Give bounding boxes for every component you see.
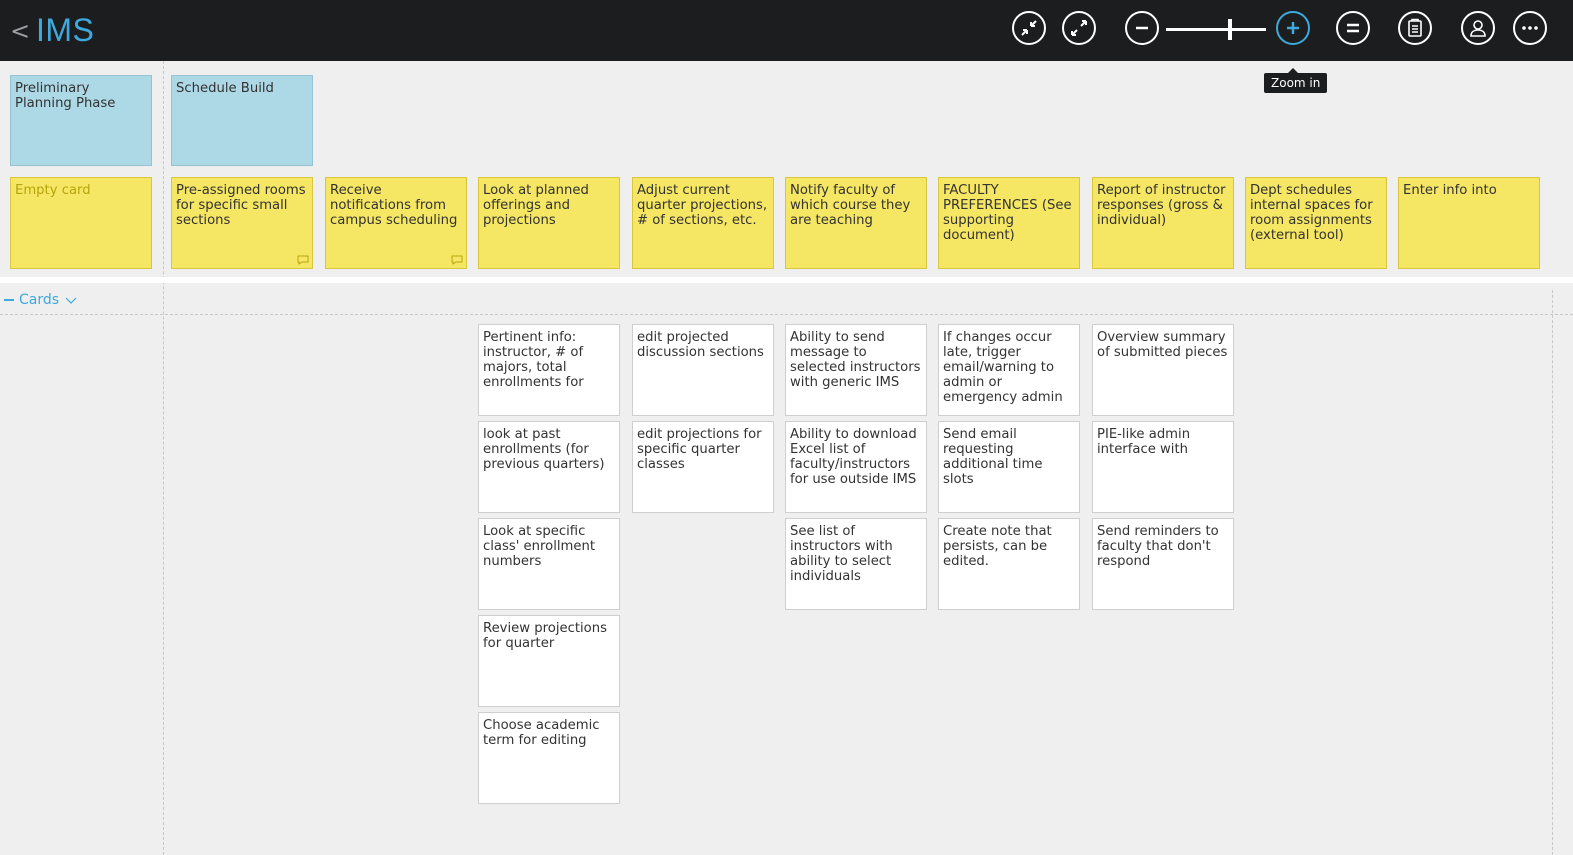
story-card[interactable]: See list of instructors with ability to …	[785, 518, 927, 610]
story-card[interactable]: Review projections for quarter	[478, 615, 620, 707]
task-card[interactable]: Dept schedules internal spaces for room …	[1245, 177, 1387, 269]
story-card[interactable]: Pertinent info: instructor, # of majors,…	[478, 324, 620, 416]
comment-icon[interactable]	[297, 255, 309, 265]
collapse-icon[interactable]	[1012, 11, 1046, 45]
comment-icon[interactable]	[451, 255, 463, 265]
story-card[interactable]: If changes occur late, trigger email/war…	[938, 324, 1080, 416]
expand-icon[interactable]	[1062, 11, 1096, 45]
story-card[interactable]: Create note that persists, can be edited…	[938, 518, 1080, 610]
column-divider	[163, 61, 164, 855]
backbone-separator	[0, 277, 1573, 283]
story-card[interactable]: edit projected discussion sections	[632, 324, 774, 416]
story-card[interactable]: Send email requesting additional time sl…	[938, 421, 1080, 513]
task-card[interactable]: Enter info into	[1398, 177, 1540, 269]
task-card-empty[interactable]: Empty card	[10, 177, 152, 269]
zoom-slider[interactable]	[1166, 28, 1266, 31]
user-icon[interactable]	[1461, 11, 1495, 45]
collapse-minus-icon[interactable]	[4, 299, 14, 301]
zoom-in-tooltip: Zoom in	[1264, 68, 1328, 93]
zoom-in-icon[interactable]	[1276, 11, 1310, 45]
activity-card[interactable]: Schedule Build	[171, 75, 313, 166]
task-card[interactable]: Report of instructor responses (gross & …	[1092, 177, 1234, 269]
clipboard-icon[interactable]	[1398, 11, 1432, 45]
activity-card[interactable]: Preliminary Planning Phase	[10, 75, 152, 166]
swimlane-line	[0, 314, 1573, 315]
more-icon[interactable]	[1513, 11, 1547, 45]
story-card[interactable]: PIE-like admin interface with	[1092, 421, 1234, 513]
story-card[interactable]: Ability to download Excel list of facult…	[785, 421, 927, 513]
page-title: IMS	[36, 12, 95, 48]
story-card[interactable]: look at past enrollments (for previous q…	[478, 421, 620, 513]
zoom-slider-handle[interactable]	[1228, 19, 1232, 40]
story-card[interactable]: Send reminders to faculty that don't res…	[1092, 518, 1234, 610]
task-card[interactable]: Pre-assigned rooms for specific small se…	[171, 177, 313, 269]
task-card[interactable]: Notify faculty of which course they are …	[785, 177, 927, 269]
task-card[interactable]: Look at planned offerings and projection…	[478, 177, 620, 269]
lane-label-cards[interactable]: Cards	[4, 292, 77, 308]
task-card-label: Receive notifications from campus schedu…	[330, 183, 458, 228]
task-card[interactable]: Receive notifications from campus schedu…	[325, 177, 467, 269]
task-card[interactable]: FACULTY PREFERENCES (See supporting docu…	[938, 177, 1080, 269]
story-card[interactable]: Ability to send message to selected inst…	[785, 324, 927, 416]
back-icon[interactable]: <	[10, 18, 32, 44]
top-bar: < IMS	[0, 0, 1573, 61]
story-card[interactable]: edit projections for specific quarter cl…	[632, 421, 774, 513]
task-card-label: Pre-assigned rooms for specific small se…	[176, 183, 306, 228]
chevron-down-icon[interactable]	[65, 295, 77, 305]
story-card[interactable]: Choose academic term for editing	[478, 712, 620, 804]
column-divider-right	[1552, 290, 1553, 855]
lane-label-text: Cards	[19, 292, 60, 308]
menu-equal-icon[interactable]	[1336, 11, 1370, 45]
task-card[interactable]: Adjust current quarter projections, # of…	[632, 177, 774, 269]
story-card[interactable]: Overview summary of submitted pieces	[1092, 324, 1234, 416]
zoom-out-icon[interactable]	[1125, 11, 1159, 45]
story-card[interactable]: Look at specific class' enrollment numbe…	[478, 518, 620, 610]
